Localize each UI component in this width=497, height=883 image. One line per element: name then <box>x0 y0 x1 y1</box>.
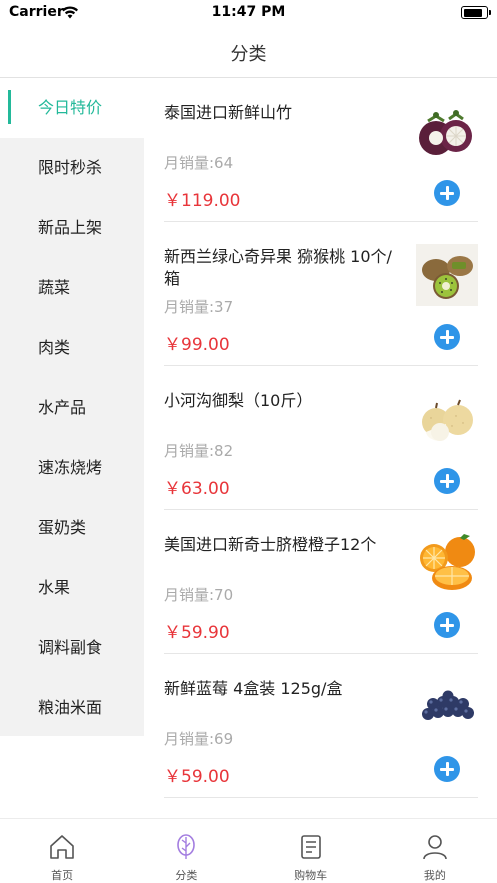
category-item-condiments[interactable]: 调料副食 <box>0 618 144 678</box>
category-item-flash-sale[interactable]: 限时秒杀 <box>0 138 144 198</box>
product-item[interactable]: 泰国进口新鲜山竹 月销量:64 ￥119.00 <box>164 78 478 222</box>
kiwi-image <box>416 244 478 306</box>
category-label: 今日特价 <box>38 98 103 117</box>
product-item[interactable]: 新西兰绿心奇异果 猕猴桃 10个/箱 月销量:37 ￥99.00 <box>164 222 478 366</box>
battery-icon <box>461 6 491 19</box>
product-price: ￥63.00 <box>164 479 230 499</box>
product-item[interactable]: 美国进口新奇士脐橙橙子12个 月销量:70 ￥59.90 <box>164 510 478 654</box>
pear-image <box>422 399 473 441</box>
category-label: 蛋奶类 <box>38 518 87 537</box>
profile-icon <box>423 835 447 860</box>
tab-label: 首页 <box>51 869 74 882</box>
category-label: 水产品 <box>38 398 87 417</box>
category-label: 新品上架 <box>38 218 103 237</box>
category-item-today-deals[interactable]: 今日特价 <box>0 78 144 138</box>
product-name: 新西兰绿心奇异果 猕猴桃 10个/箱 <box>164 247 392 288</box>
monthly-sales: 月销量:37 <box>164 298 234 316</box>
page-title: 分类 <box>230 44 267 65</box>
monthly-sales: 月销量:70 <box>164 586 234 604</box>
tab-cart[interactable]: 购物车 <box>249 819 373 883</box>
tab-label: 我的 <box>423 869 446 882</box>
category-item-vegetables[interactable]: 蔬菜 <box>0 258 144 318</box>
product-price: ￥59.00 <box>164 767 230 787</box>
product-price: ￥119.00 <box>164 191 241 211</box>
category-label: 水果 <box>38 578 71 597</box>
monthly-sales: 月销量:64 <box>164 154 234 172</box>
add-to-cart-button[interactable] <box>434 180 460 206</box>
category-label: 速冻烧烤 <box>38 458 103 477</box>
nav-bar: 分类 <box>0 26 497 78</box>
mangosteen-image <box>419 110 472 155</box>
add-to-cart-button[interactable] <box>434 468 460 494</box>
category-icon <box>177 834 196 859</box>
product-name: 小河沟御梨（10斤） <box>164 391 313 410</box>
add-to-cart-button[interactable] <box>434 612 460 638</box>
category-label: 蔬菜 <box>38 278 71 297</box>
product-item[interactable]: 小河沟御梨（10斤） 月销量:82 ￥63.00 <box>164 366 478 510</box>
add-to-cart-button[interactable] <box>434 756 460 782</box>
tab-label: 分类 <box>175 869 198 882</box>
product-name: 泰国进口新鲜山竹 <box>164 103 293 122</box>
product-name: 新鲜蓝莓 4盒装 125g/盒 <box>164 679 343 698</box>
blueberry-image <box>422 690 474 720</box>
category-label: 肉类 <box>38 338 71 357</box>
category-item-fruit[interactable]: 水果 <box>0 558 144 618</box>
product-price: ￥99.00 <box>164 335 230 355</box>
active-indicator <box>8 90 11 124</box>
category-item-eggs-dairy[interactable]: 蛋奶类 <box>0 498 144 558</box>
product-list: 泰国进口新鲜山竹 月销量:64 ￥119.00 新西兰绿心奇异果 猕猴桃 10个… <box>144 78 497 818</box>
category-item-new-arrivals[interactable]: 新品上架 <box>0 198 144 258</box>
monthly-sales: 月销量:69 <box>164 730 234 748</box>
category-menu: 今日特价 限时秒杀 新品上架 蔬菜 肉类 水产品 速冻烧烤 蛋奶类 水果 调料副… <box>0 78 144 736</box>
battery-level <box>463 8 483 17</box>
monthly-sales: 月销量:82 <box>164 442 234 460</box>
status-bar: Carrier 11:47 PM <box>0 0 497 26</box>
product-name: 美国进口新奇士脐橙橙子12个 <box>164 535 377 554</box>
status-time: 11:47 PM <box>211 4 286 20</box>
category-item-frozen-bbq[interactable]: 速冻烧烤 <box>0 438 144 498</box>
category-label: 粮油米面 <box>38 698 103 717</box>
tab-profile[interactable]: 我的 <box>373 819 497 883</box>
product-item[interactable]: 新鲜蓝莓 4盒装 125g/盒 月销量:69 ￥59.00 <box>164 654 478 798</box>
category-item-seafood[interactable]: 水产品 <box>0 378 144 438</box>
tab-category[interactable]: 分类 <box>124 819 248 883</box>
category-label: 限时秒杀 <box>38 158 103 177</box>
category-label: 调料副食 <box>38 638 103 657</box>
tab-bar: 首页 分类 购物车 我的 <box>0 818 497 883</box>
home-icon <box>50 835 74 859</box>
add-to-cart-button[interactable] <box>434 324 460 350</box>
cart-icon <box>300 835 321 859</box>
orange-image <box>420 534 475 590</box>
tab-home[interactable]: 首页 <box>0 819 124 883</box>
category-item-grain-oil[interactable]: 粮油米面 <box>0 678 144 738</box>
category-item-meat[interactable]: 肉类 <box>0 318 144 378</box>
product-price: ￥59.90 <box>164 623 230 643</box>
tab-label: 购物车 <box>294 869 328 882</box>
